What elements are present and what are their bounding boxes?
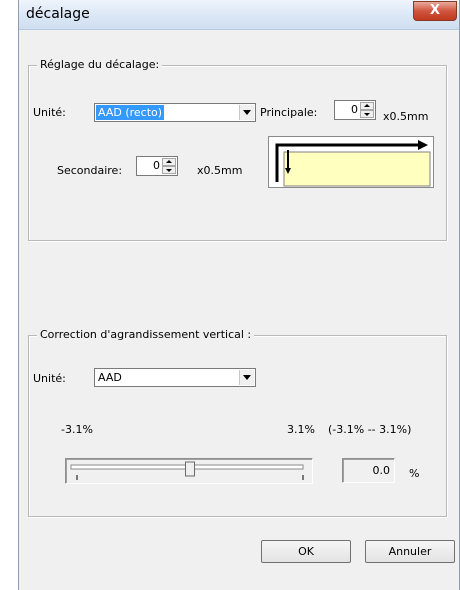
- correction-value-unit: %: [409, 467, 420, 480]
- close-button[interactable]: X: [413, 1, 457, 21]
- principal-down-button[interactable]: [360, 110, 374, 118]
- secondary-down-button[interactable]: [162, 166, 176, 174]
- offset-group-legend: Réglage du décalage:: [37, 58, 163, 71]
- offset-unit-select[interactable]: AAD (recto): [94, 103, 256, 122]
- correction-value: 0.0: [372, 464, 391, 477]
- secondary-value: 0: [153, 159, 160, 172]
- cancel-button[interactable]: Annuler: [365, 540, 455, 563]
- principal-stepper[interactable]: 0: [334, 100, 376, 120]
- chevron-down-icon[interactable]: [239, 105, 254, 120]
- secondary-unit: x0.5mm: [197, 164, 243, 177]
- correction-unit-value: AAD: [98, 371, 122, 384]
- principal-value: 0: [351, 103, 358, 116]
- dialog-window: décalage X Réglage du décalage: Unité: A…: [18, 0, 460, 590]
- principal-unit: x0.5mm: [383, 110, 429, 123]
- correction-group-legend: Correction d'agrandissement vertical :: [37, 328, 255, 341]
- correction-value-box: 0.0: [342, 458, 395, 483]
- chevron-down-icon[interactable]: [239, 370, 254, 385]
- offset-unit-value: AAD (recto): [96, 105, 165, 120]
- correction-min-label: -3.1%: [61, 423, 93, 436]
- correction-unit-label: Unité:: [33, 372, 66, 385]
- correction-slider[interactable]: [65, 458, 313, 484]
- secondary-label: Secondaire:: [57, 164, 123, 177]
- slider-track: [70, 461, 304, 480]
- slider-thumb[interactable]: [185, 461, 195, 477]
- title-bar[interactable]: décalage X: [19, 0, 459, 30]
- correction-range-label: (-3.1% -- 3.1%): [328, 423, 412, 436]
- secondary-stepper[interactable]: 0: [136, 156, 178, 176]
- correction-max-label: 3.1%: [287, 423, 315, 436]
- window-title: décalage: [26, 6, 90, 22]
- offset-preview-diagram: [268, 136, 434, 188]
- secondary-up-button[interactable]: [162, 158, 176, 166]
- principal-up-button[interactable]: [360, 102, 374, 110]
- dialog-client: Réglage du décalage: Unité: AAD (recto) …: [19, 30, 459, 590]
- offset-unit-label: Unité:: [33, 106, 66, 119]
- correction-unit-select[interactable]: AAD: [94, 368, 256, 387]
- ok-button[interactable]: OK: [261, 540, 351, 563]
- close-icon: X: [429, 3, 441, 18]
- principal-label: Principale:: [260, 106, 318, 119]
